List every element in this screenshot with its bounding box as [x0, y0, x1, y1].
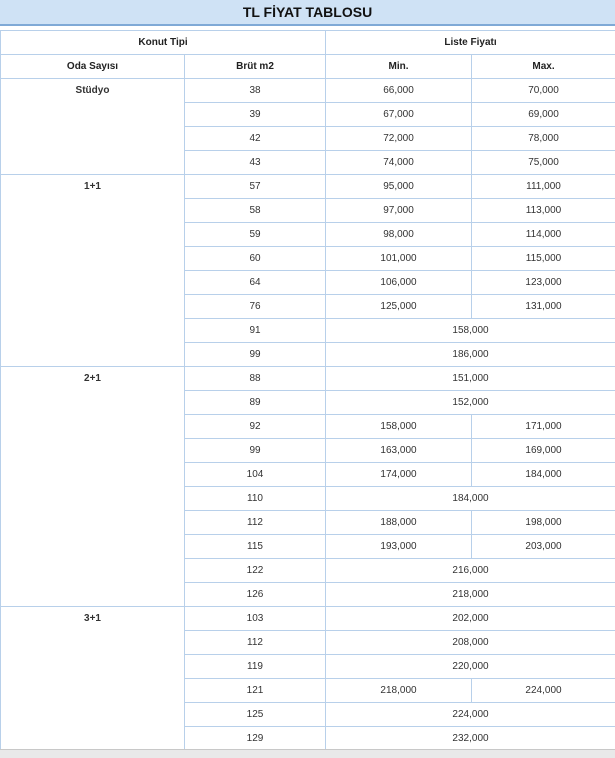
header-konut-tipi: Konut Tipi: [0, 30, 326, 55]
min-price-cell: 98,000: [325, 222, 472, 247]
area-cell: 76: [184, 294, 326, 319]
max-price-cell: 224,000: [471, 678, 615, 703]
header-row-sub: Oda Sayısı Brüt m2 Min. Max.: [0, 54, 615, 79]
price-cell: 158,000: [325, 318, 615, 343]
header-oda-sayisi: Oda Sayısı: [0, 54, 185, 79]
room-type-cell: 2+1: [0, 366, 185, 607]
room-type-cell: 3+1: [0, 606, 185, 751]
max-price-cell: 114,000: [471, 222, 615, 247]
table-row: 1+1 57 95,000 111,000: [0, 174, 615, 367]
area-cell: 64: [184, 270, 326, 295]
min-price-cell: 95,000: [325, 174, 472, 199]
price-cell: 184,000: [325, 486, 615, 511]
room-type-cell: 1+1: [0, 174, 185, 367]
area-cell: 115: [184, 534, 326, 559]
price-cell: 224,000: [325, 702, 615, 727]
area-cell: 60: [184, 246, 326, 271]
area-cell: 121: [184, 678, 326, 703]
max-price-cell: 111,000: [471, 174, 615, 199]
header-brut: Brüt m2: [184, 54, 326, 79]
min-price-cell: 125,000: [325, 294, 472, 319]
area-cell: 91: [184, 318, 326, 343]
area-cell: 57: [184, 174, 326, 199]
area-cell: 99: [184, 342, 326, 367]
room-type-cell: Stüdyo: [0, 78, 185, 175]
header-row-top: Konut Tipi Liste Fiyatı: [0, 30, 615, 55]
room-type-label: Stüdyo: [75, 85, 110, 96]
max-price-cell: 123,000: [471, 270, 615, 295]
area-cell: 58: [184, 198, 326, 223]
area-cell: 103: [184, 606, 326, 631]
max-price-cell: 131,000: [471, 294, 615, 319]
max-price-cell: 169,000: [471, 438, 615, 463]
price-cell: 202,000: [325, 606, 615, 631]
header-min: Min.: [325, 54, 472, 79]
price-cell: 220,000: [325, 654, 615, 679]
room-type-label: 1+1: [84, 181, 101, 192]
area-cell: 42: [184, 126, 326, 151]
horizontal-scrollbar[interactable]: [0, 749, 615, 758]
max-price-cell: 184,000: [471, 462, 615, 487]
max-price-cell: 198,000: [471, 510, 615, 535]
room-type-label: 2+1: [84, 373, 101, 384]
table-row: 3+1 103 202,000: [0, 606, 615, 751]
area-cell: 122: [184, 558, 326, 583]
max-price-cell: 171,000: [471, 414, 615, 439]
price-cell: 186,000: [325, 342, 615, 367]
max-price-cell: 70,000: [471, 78, 615, 103]
min-price-cell: 188,000: [325, 510, 472, 535]
area-cell: 112: [184, 630, 326, 655]
area-cell: 38: [184, 78, 326, 103]
header-liste-fiyati: Liste Fiyatı: [325, 30, 615, 55]
max-price-cell: 113,000: [471, 198, 615, 223]
min-price-cell: 101,000: [325, 246, 472, 271]
price-cell: 208,000: [325, 630, 615, 655]
table-body: Stüdyo 38 66,000 70,000 39 67,000 69,000 42 72,0…: [0, 78, 615, 751]
header-max: Max.: [471, 54, 615, 79]
max-price-cell: 203,000: [471, 534, 615, 559]
price-cell: 151,000: [325, 366, 615, 391]
area-cell: 99: [184, 438, 326, 463]
min-price-cell: 158,000: [325, 414, 472, 439]
area-cell: 110: [184, 486, 326, 511]
room-type-label: 3+1: [84, 613, 101, 624]
price-table: Konut Tipi Liste Fiyatı Oda Sayısı Brüt …: [0, 30, 615, 751]
price-cell: 218,000: [325, 582, 615, 607]
area-cell: 126: [184, 582, 326, 607]
area-cell: 104: [184, 462, 326, 487]
table-row: Stüdyo 38 66,000 70,000: [0, 78, 615, 175]
min-price-cell: 72,000: [325, 126, 472, 151]
area-cell: 112: [184, 510, 326, 535]
price-cell: 152,000: [325, 390, 615, 415]
min-price-cell: 67,000: [325, 102, 472, 127]
min-price-cell: 97,000: [325, 198, 472, 223]
min-price-cell: 106,000: [325, 270, 472, 295]
min-price-cell: 163,000: [325, 438, 472, 463]
area-cell: 119: [184, 654, 326, 679]
min-price-cell: 66,000: [325, 78, 472, 103]
area-cell: 88: [184, 366, 326, 391]
max-price-cell: 78,000: [471, 126, 615, 151]
min-price-cell: 218,000: [325, 678, 472, 703]
page-title: TL FİYAT TABLOSU: [0, 0, 615, 26]
area-cell: 125: [184, 702, 326, 727]
price-cell: 216,000: [325, 558, 615, 583]
area-cell: 59: [184, 222, 326, 247]
max-price-cell: 115,000: [471, 246, 615, 271]
min-price-cell: 74,000: [325, 150, 472, 175]
min-price-cell: 193,000: [325, 534, 472, 559]
price-cell: 232,000: [325, 726, 615, 751]
max-price-cell: 75,000: [471, 150, 615, 175]
min-price-cell: 174,000: [325, 462, 472, 487]
area-cell: 43: [184, 150, 326, 175]
area-cell: 39: [184, 102, 326, 127]
area-cell: 89: [184, 390, 326, 415]
area-cell: 92: [184, 414, 326, 439]
area-cell: 129: [184, 726, 326, 751]
table-row: 2+1 88 151,000: [0, 366, 615, 607]
max-price-cell: 69,000: [471, 102, 615, 127]
